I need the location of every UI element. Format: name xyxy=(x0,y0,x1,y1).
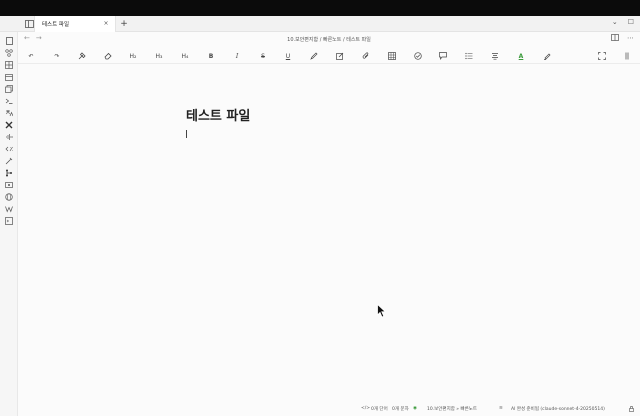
italic-button[interactable]: I xyxy=(232,51,242,61)
terminal-icon[interactable] xyxy=(4,96,14,106)
window-layout-icon[interactable]: ☐ xyxy=(628,18,634,26)
bullet-list-icon[interactable] xyxy=(464,51,474,61)
split-view-icon[interactable] xyxy=(622,51,632,61)
window-titlebar xyxy=(0,0,640,16)
table-icon[interactable] xyxy=(387,51,397,61)
strikethrough-button[interactable]: S xyxy=(258,51,268,61)
attachment-icon[interactable] xyxy=(361,51,371,61)
copy-icon[interactable] xyxy=(4,84,14,94)
code-percent-icon[interactable] xyxy=(4,144,14,154)
calendar-icon[interactable] xyxy=(4,72,14,82)
reading-view-icon[interactable] xyxy=(611,34,619,43)
fullscreen-icon[interactable] xyxy=(597,51,607,61)
canvas-icon[interactable] xyxy=(4,60,14,70)
ai-audio-icon: ≋ xyxy=(499,406,503,411)
tab-active[interactable]: 테스트 파일 × xyxy=(34,16,116,32)
breadcrumb[interactable]: 10.보안편지함 / 빠른노트 / 테스트 파일 xyxy=(18,36,640,43)
tab-title: 테스트 파일 xyxy=(42,22,70,28)
format-painter-icon[interactable] xyxy=(77,51,87,61)
heading-4-button[interactable]: H₄ xyxy=(180,51,190,61)
graph-icon[interactable] xyxy=(4,48,14,58)
eraser-icon[interactable] xyxy=(103,51,113,61)
bold-button[interactable]: B xyxy=(206,51,216,61)
left-ribbon xyxy=(0,32,18,416)
tab-close-icon[interactable]: × xyxy=(102,20,110,28)
highlight-pen-icon[interactable] xyxy=(309,51,319,61)
status-bar: </> 0개 단어 0개 문자 ◉ 10.보안편지함 » 빠른노트 ≋ AI 완… xyxy=(18,403,640,416)
redo-button[interactable]: ↷ xyxy=(52,51,62,61)
heading-2-button[interactable]: H₂ xyxy=(128,51,138,61)
heading-3-button[interactable]: H₃ xyxy=(154,51,164,61)
path-indicator[interactable]: 10.보안편지함 » 빠른노트 xyxy=(427,406,477,412)
underline-button[interactable]: U xyxy=(283,51,293,61)
tools-icon[interactable] xyxy=(4,120,14,130)
source-mode-icon[interactable]: </> xyxy=(361,406,370,411)
highlighter-icon[interactable] xyxy=(542,51,552,61)
tab-bar: 테스트 파일 × + ⌄ ☐ xyxy=(0,16,640,32)
file-icon[interactable] xyxy=(4,36,14,46)
git-branch-icon[interactable] xyxy=(4,168,14,178)
console-icon[interactable] xyxy=(4,216,14,226)
audio-icon[interactable] xyxy=(4,132,14,142)
mouse-pointer-icon xyxy=(377,304,387,318)
translate-icon[interactable] xyxy=(4,108,14,118)
editor-area[interactable]: 테스트 파일 xyxy=(18,65,640,400)
word-count: 0개 단어 xyxy=(371,407,388,412)
formatting-toolbar: ↶ ↷ H₂ H₃ H₄ B I S U A xyxy=(18,48,640,64)
char-count: 0개 문자 xyxy=(392,407,409,412)
text-cursor xyxy=(186,130,187,138)
magic-wand-icon[interactable] xyxy=(4,156,14,166)
more-options-icon[interactable]: ⋯ xyxy=(627,34,634,43)
undo-button[interactable]: ↶ xyxy=(26,51,36,61)
font-color-button[interactable]: A xyxy=(516,51,526,61)
align-icon[interactable] xyxy=(490,51,500,61)
document-title[interactable]: 테스트 파일 xyxy=(186,105,250,124)
lock-icon[interactable] xyxy=(629,406,634,414)
globe-icon[interactable] xyxy=(4,192,14,202)
slides-icon[interactable] xyxy=(4,180,14,190)
new-tab-button[interactable]: + xyxy=(119,18,129,30)
navigation-bar: ← → 10.보안편지함 / 빠른노트 / 테스트 파일 ⋯ xyxy=(18,32,640,47)
checkbox-icon[interactable] xyxy=(413,51,423,61)
callout-icon[interactable] xyxy=(438,51,448,61)
chevron-down-icon[interactable]: ⌄ xyxy=(612,18,618,26)
ai-status[interactable]: AI 완성 준비됨 (claude-sonnet-4-20250514) xyxy=(511,406,605,412)
main-pane: ← → 10.보안편지함 / 빠른노트 / 테스트 파일 ⋯ ↶ ↷ H₂ H₃… xyxy=(18,32,640,416)
wikipedia-icon[interactable] xyxy=(4,204,14,214)
edit-box-icon[interactable] xyxy=(335,51,345,61)
sync-status-icon[interactable]: ◉ xyxy=(413,406,417,411)
